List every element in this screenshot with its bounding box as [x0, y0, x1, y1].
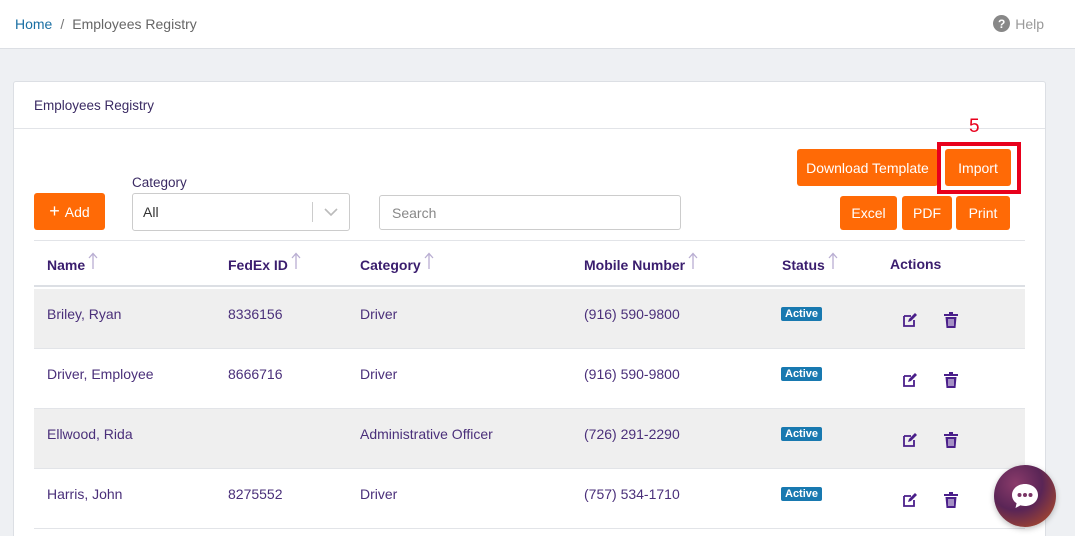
download-template-button[interactable]: Download Template [797, 149, 938, 186]
excel-button[interactable]: Excel [840, 196, 897, 230]
status-badge: Active [781, 367, 823, 381]
pdf-button[interactable]: PDF [902, 196, 952, 230]
column-header-status[interactable]: Status [782, 252, 838, 273]
cell-name: Briley, Ryan [47, 306, 122, 322]
top-bar: Home / Employees Registry ? Help [0, 0, 1075, 49]
cell-category: Driver [360, 306, 398, 322]
sort-arrow-icon [88, 252, 98, 273]
column-header-name[interactable]: Name [47, 252, 98, 273]
trash-icon[interactable] [942, 371, 960, 389]
trash-icon[interactable] [942, 491, 960, 509]
cell-name: Driver, Employee [47, 366, 154, 382]
card-title: Employees Registry [34, 98, 155, 113]
cell-category: Administrative Officer [360, 426, 493, 442]
annotation-highlight-box [937, 142, 1021, 194]
column-header-category[interactable]: Category [360, 252, 434, 273]
add-button-label: Add [64, 203, 90, 220]
edit-icon[interactable] [901, 311, 919, 329]
sort-arrow-icon [291, 252, 301, 273]
table-header: Name FedEx ID Category Mobile Number Sta… [34, 241, 1025, 287]
table-row: Briley, Ryan 8336156 Driver (916) 590-98… [34, 289, 1025, 349]
search-input[interactable] [379, 195, 681, 230]
add-button[interactable]: + Add [34, 193, 105, 230]
cell-fedex-id: 8336156 [228, 306, 283, 322]
status-badge: Active [781, 427, 823, 441]
cell-category: Driver [360, 486, 398, 502]
edit-icon[interactable] [901, 431, 919, 449]
trash-icon[interactable] [942, 431, 960, 449]
cell-mobile-number: (757) 534-1710 [584, 486, 680, 502]
sort-arrow-icon [828, 252, 838, 273]
category-select[interactable]: All [132, 193, 350, 231]
cell-mobile-number: (916) 590-9800 [584, 366, 680, 382]
chat-bubble-icon [1012, 484, 1038, 508]
cell-fedex-id: 8666716 [228, 366, 283, 382]
sort-arrow-icon [688, 252, 698, 273]
trash-icon[interactable] [942, 311, 960, 329]
edit-icon[interactable] [901, 491, 919, 509]
sort-arrow-icon [424, 252, 434, 273]
cell-fedex-id: 8275552 [228, 486, 283, 502]
cell-mobile-number: (916) 590-9800 [584, 306, 680, 322]
breadcrumb: Home / Employees Registry [15, 16, 197, 32]
category-selected-value: All [143, 204, 159, 220]
column-header-fedex-id[interactable]: FedEx ID [228, 252, 301, 273]
registry-card: Employees Registry 5 Download Template I… [13, 81, 1046, 536]
cell-name: Ellwood, Rida [47, 426, 133, 442]
table-row: Harris, John 8275552 Driver (757) 534-17… [34, 469, 1025, 529]
column-header-mobile-number[interactable]: Mobile Number [584, 252, 698, 273]
breadcrumb-separator: / [60, 16, 65, 32]
column-header-actions: Actions [890, 256, 942, 272]
table-row: Ellwood, Rida Administrative Officer (72… [34, 409, 1025, 469]
question-circle-icon: ? [993, 15, 1011, 32]
help-label: Help [1015, 15, 1044, 32]
edit-icon[interactable] [901, 371, 919, 389]
status-badge: Active [781, 307, 823, 321]
cell-mobile-number: (726) 291-2290 [584, 426, 680, 442]
plus-icon: + [49, 200, 60, 221]
status-badge: Active [781, 487, 823, 501]
annotation-number: 5 [969, 116, 980, 137]
breadcrumb-current: Employees Registry [72, 16, 197, 32]
print-button[interactable]: Print [956, 196, 1010, 230]
help-link[interactable]: ? Help [993, 15, 1044, 32]
table-row: Driver, Employee 8666716 Driver (916) 59… [34, 349, 1025, 409]
chevron-down-icon[interactable] [313, 207, 349, 217]
breadcrumb-home-link[interactable]: Home [15, 16, 52, 32]
category-label: Category [132, 175, 187, 190]
chat-widget-button[interactable] [994, 465, 1056, 527]
cell-name: Harris, John [47, 486, 123, 502]
card-divider [14, 128, 1045, 129]
cell-category: Driver [360, 366, 398, 382]
